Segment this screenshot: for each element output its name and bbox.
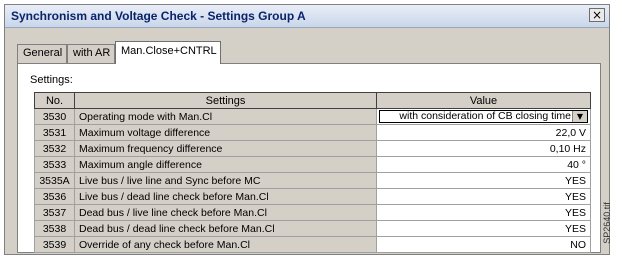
table-row[interactable]: 3538 Dead bus / dead line check before M…	[34, 220, 591, 237]
setting-value[interactable]: 0,10 Hz	[376, 140, 591, 157]
setting-value[interactable]: NO	[376, 236, 591, 253]
setting-name: Live bus / dead line check before Man.Cl	[74, 188, 377, 205]
table-row[interactable]: 3530 Operating mode with Man.Cl with con…	[34, 108, 591, 125]
column-header-settings: Settings	[74, 92, 377, 109]
figure-reference-text: SP2640.tif	[601, 202, 612, 244]
setting-name: Maximum voltage difference	[74, 124, 377, 141]
setting-name: Dead bus / live line check before Man.Cl	[74, 204, 377, 221]
settings-panel: Settings: No. Settings Value 3530 Operat…	[17, 63, 601, 253]
dropdown-selected-value: with consideration of CB closing time	[399, 111, 571, 122]
setting-value[interactable]: 22,0 V	[376, 124, 591, 141]
column-header-value: Value	[376, 92, 591, 109]
setting-number: 3531	[34, 124, 75, 141]
figure-reference: SP2640.tif	[602, 196, 620, 256]
table-row[interactable]: 3536 Live bus / dead line check before M…	[34, 188, 591, 205]
tab-with-ar[interactable]: with AR	[67, 44, 115, 63]
operating-mode-dropdown[interactable]: with consideration of CB closing time ▼	[379, 110, 588, 123]
table-row[interactable]: 3533 Maximum angle difference 40 °	[34, 156, 591, 173]
table-row[interactable]: 3539 Override of any check before Man.Cl…	[34, 236, 591, 253]
dialog-title: Synchronism and Voltage Check - Settings…	[11, 9, 306, 23]
tab-man-close-cntrl[interactable]: Man.Close+CNTRL	[115, 41, 221, 64]
settings-label: Settings:	[30, 74, 73, 86]
table-row[interactable]: 3531 Maximum voltage difference 22,0 V	[34, 124, 591, 141]
setting-number: 3535A	[34, 172, 75, 189]
setting-number: 3530	[34, 108, 75, 125]
setting-value[interactable]: YES	[376, 172, 591, 189]
setting-number: 3533	[34, 156, 75, 173]
setting-number: 3536	[34, 188, 75, 205]
settings-table: No. Settings Value 3530 Operating mode w…	[34, 92, 591, 253]
table-row[interactable]: 3537 Dead bus / live line check before M…	[34, 204, 591, 221]
setting-number: 3539	[34, 236, 75, 253]
setting-name: Override of any check before Man.Cl	[74, 236, 377, 253]
setting-number: 3537	[34, 204, 75, 221]
column-header-no: No.	[34, 92, 75, 109]
table-row[interactable]: 3532 Maximum frequency difference 0,10 H…	[34, 140, 591, 157]
setting-value[interactable]: YES	[376, 188, 591, 205]
setting-number: 3532	[34, 140, 75, 157]
setting-name: Dead bus / dead line check before Man.Cl	[74, 220, 377, 237]
tab-general[interactable]: General	[17, 44, 67, 63]
setting-name: Operating mode with Man.Cl	[74, 108, 377, 125]
setting-number: 3538	[34, 220, 75, 237]
setting-value[interactable]: YES	[376, 220, 591, 237]
table-header-row: No. Settings Value	[34, 92, 591, 109]
chevron-down-icon[interactable]: ▼	[572, 111, 587, 122]
setting-value[interactable]: YES	[376, 204, 591, 221]
setting-value-cell[interactable]: with consideration of CB closing time ▼	[376, 108, 591, 125]
setting-name: Live bus / live line and Sync before MC	[74, 172, 377, 189]
table-row[interactable]: 3535A Live bus / live line and Sync befo…	[34, 172, 591, 189]
title-bar: Synchronism and Voltage Check - Settings…	[5, 5, 609, 28]
setting-name: Maximum frequency difference	[74, 140, 377, 157]
setting-name: Maximum angle difference	[74, 156, 377, 173]
setting-value[interactable]: 40 °	[376, 156, 591, 173]
settings-dialog: Synchronism and Voltage Check - Settings…	[4, 4, 610, 255]
close-button[interactable]: ×	[589, 8, 605, 22]
